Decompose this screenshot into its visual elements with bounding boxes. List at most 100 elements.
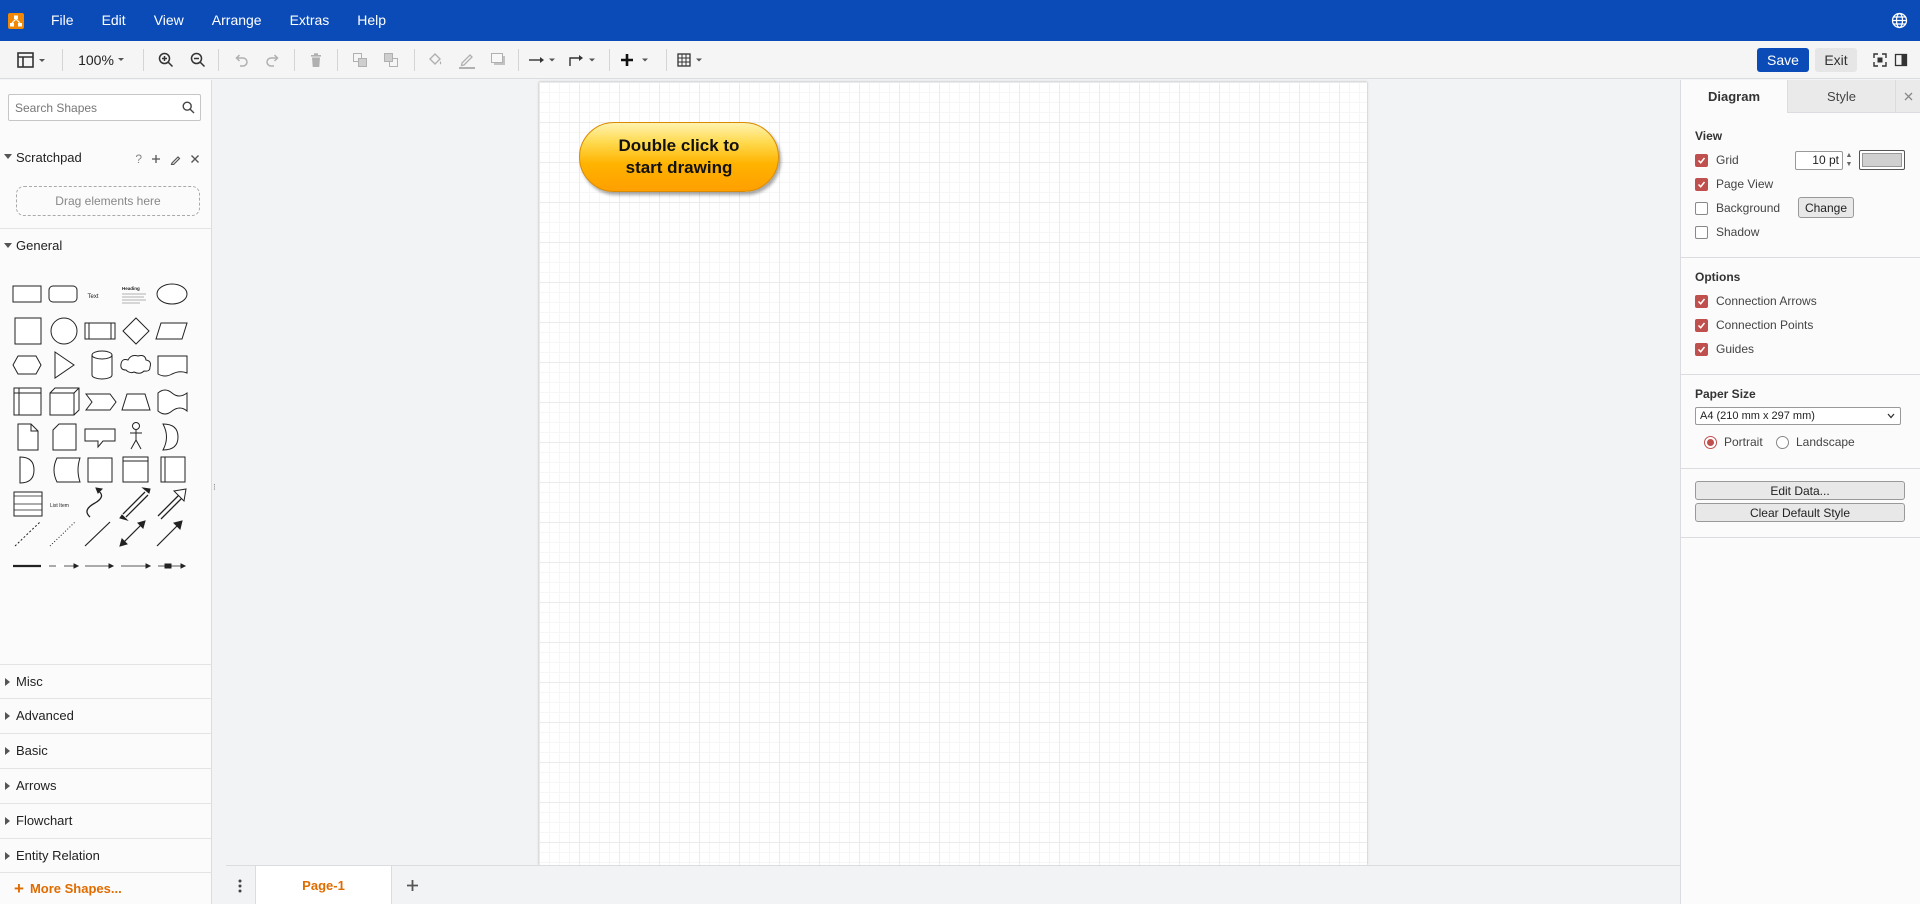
shape-curve[interactable] bbox=[86, 487, 104, 518]
background-checkbox[interactable] bbox=[1695, 201, 1708, 215]
toggle-format-panel-button[interactable] bbox=[1891, 41, 1911, 79]
shape-trapezoid[interactable] bbox=[121, 393, 151, 411]
guides-checkbox[interactable] bbox=[1695, 342, 1708, 356]
shape-card[interactable] bbox=[52, 423, 77, 451]
menu-arrange[interactable]: Arrange bbox=[198, 0, 276, 41]
landscape-radio[interactable] bbox=[1776, 435, 1789, 449]
language-globe-icon[interactable] bbox=[1891, 12, 1908, 32]
sidebar-resize-handle[interactable]: ⁝ bbox=[213, 482, 216, 493]
add-icon[interactable] bbox=[151, 154, 161, 164]
menu-extras[interactable]: Extras bbox=[276, 0, 344, 41]
page-view-checkbox[interactable] bbox=[1695, 177, 1708, 191]
search-input[interactable] bbox=[9, 95, 174, 120]
undo-button[interactable] bbox=[229, 41, 253, 79]
waypoints-dropdown[interactable] bbox=[566, 41, 600, 79]
double-click-to-start-shape[interactable]: Double click to start drawing bbox=[579, 122, 779, 192]
pages-menu-button[interactable] bbox=[226, 866, 254, 904]
guides-checkbox-row[interactable]: Guides bbox=[1695, 342, 1754, 356]
tab-diagram[interactable]: Diagram bbox=[1681, 80, 1787, 113]
close-icon[interactable] bbox=[190, 154, 200, 164]
shape-internal-storage[interactable] bbox=[13, 387, 42, 416]
shape-note[interactable] bbox=[17, 423, 39, 451]
drawing-page[interactable]: Double click to start drawing bbox=[539, 82, 1367, 865]
arrows-section-header[interactable]: Arrows bbox=[0, 768, 211, 802]
shape-delay[interactable] bbox=[19, 456, 35, 484]
landscape-radio-row[interactable]: Landscape bbox=[1776, 435, 1855, 449]
search-icon[interactable] bbox=[182, 101, 195, 114]
advanced-section-header[interactable]: Advanced bbox=[0, 698, 211, 732]
basic-section-header[interactable]: Basic bbox=[0, 733, 211, 767]
shadow-button[interactable] bbox=[486, 41, 510, 79]
add-page-button[interactable] bbox=[398, 866, 426, 904]
grid-color-button[interactable] bbox=[1859, 150, 1905, 170]
menu-view[interactable]: View bbox=[140, 0, 198, 41]
shape-cloud[interactable] bbox=[120, 355, 151, 374]
general-section-header[interactable]: General bbox=[0, 228, 211, 262]
to-front-button[interactable] bbox=[348, 41, 372, 79]
entity-relation-section-header[interactable]: Entity Relation bbox=[0, 838, 211, 872]
shape-diamond[interactable] bbox=[122, 317, 150, 345]
more-shapes-button[interactable]: + More Shapes... bbox=[0, 872, 211, 904]
connection-style-dropdown[interactable] bbox=[526, 41, 560, 79]
connection-arrows-checkbox[interactable] bbox=[1695, 294, 1708, 308]
grid-size-input[interactable]: 10 pt bbox=[1795, 151, 1843, 170]
delete-button[interactable] bbox=[304, 41, 328, 79]
clear-default-style-button[interactable]: Clear Default Style bbox=[1695, 503, 1905, 522]
shape-cube[interactable] bbox=[49, 387, 80, 416]
connection-points-checkbox[interactable] bbox=[1695, 318, 1708, 332]
shape-circle[interactable] bbox=[50, 317, 78, 345]
zoom-dropdown[interactable]: 100% bbox=[72, 41, 134, 79]
fullscreen-button[interactable] bbox=[1870, 41, 1890, 79]
flowchart-section-header[interactable]: Flowchart bbox=[0, 803, 211, 837]
scratchpad-header[interactable]: Scratchpad ? bbox=[0, 140, 211, 174]
shape-edge-with-labels[interactable] bbox=[85, 563, 115, 569]
grid-checkbox[interactable] bbox=[1695, 153, 1708, 167]
close-panel-button[interactable] bbox=[1895, 80, 1920, 113]
edit-pencil-icon[interactable] bbox=[170, 154, 181, 165]
shape-rounded-rectangle[interactable] bbox=[48, 285, 78, 303]
menu-edit[interactable]: Edit bbox=[88, 0, 140, 41]
app-logo-icon[interactable] bbox=[7, 12, 25, 30]
tab-style[interactable]: Style bbox=[1787, 80, 1895, 113]
shape-step[interactable] bbox=[85, 393, 117, 411]
change-background-button[interactable]: Change bbox=[1798, 197, 1854, 218]
background-checkbox-row[interactable]: Background bbox=[1695, 201, 1780, 215]
shape-arrow[interactable] bbox=[157, 488, 187, 520]
shape-tape[interactable] bbox=[157, 389, 188, 415]
shape-edge-multiple-labels[interactable] bbox=[121, 563, 152, 569]
shape-process[interactable] bbox=[84, 322, 116, 340]
shape-text[interactable]: Text bbox=[87, 294, 98, 300]
shape-edge-with-block[interactable] bbox=[158, 563, 187, 569]
misc-section-header[interactable]: Misc bbox=[0, 664, 211, 698]
shape-line[interactable] bbox=[84, 521, 111, 547]
shape-cylinder[interactable] bbox=[91, 350, 113, 380]
shape-textbox[interactable]: Heading bbox=[122, 286, 146, 304]
line-color-button[interactable] bbox=[455, 41, 479, 79]
shadow-checkbox-row[interactable]: Shadow bbox=[1695, 225, 1759, 239]
to-back-button[interactable] bbox=[379, 41, 403, 79]
scratchpad-help-button[interactable]: ? bbox=[135, 152, 142, 166]
shape-swimlane[interactable] bbox=[160, 456, 186, 483]
page-tab-page-1[interactable]: Page-1 bbox=[255, 866, 392, 904]
paper-size-select[interactable]: A4 (210 mm x 297 mm) bbox=[1695, 407, 1901, 425]
shape-dotted-line[interactable] bbox=[49, 521, 76, 547]
portrait-radio-row[interactable]: Portrait bbox=[1704, 435, 1763, 449]
shape-bidirectional-connector[interactable] bbox=[119, 520, 146, 547]
shape-container[interactable] bbox=[87, 457, 113, 483]
zoom-in-button[interactable] bbox=[154, 41, 178, 79]
redo-button[interactable] bbox=[261, 41, 285, 79]
shape-triangle[interactable] bbox=[54, 351, 75, 379]
view-panels-button[interactable] bbox=[10, 41, 52, 79]
menu-help[interactable]: Help bbox=[343, 0, 400, 41]
shape-or[interactable] bbox=[162, 423, 179, 451]
shape-ellipse[interactable] bbox=[156, 283, 188, 305]
grid-size-stepper[interactable]: ▲ ▼ bbox=[1844, 151, 1854, 170]
shadow-checkbox[interactable] bbox=[1695, 225, 1708, 239]
shape-dashed-line[interactable] bbox=[14, 521, 41, 547]
zoom-out-button[interactable] bbox=[186, 41, 210, 79]
shape-actor[interactable] bbox=[130, 422, 142, 450]
shape-hexagon[interactable] bbox=[12, 355, 42, 375]
shape-frame[interactable] bbox=[122, 456, 149, 483]
shape-rectangle[interactable] bbox=[12, 285, 42, 303]
portrait-radio[interactable] bbox=[1704, 435, 1717, 449]
